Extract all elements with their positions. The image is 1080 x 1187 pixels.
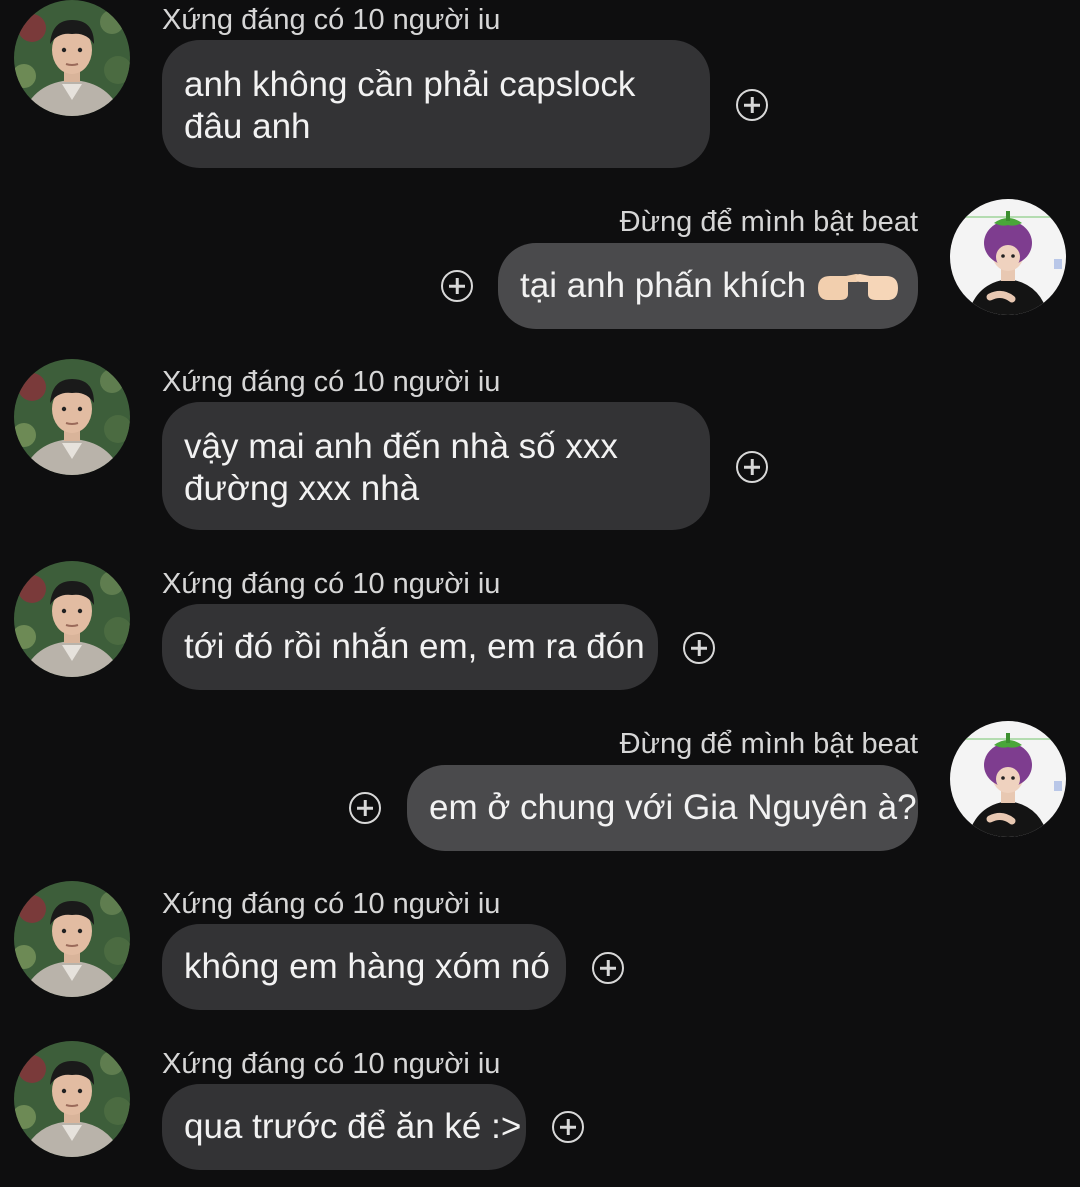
eggplant-hat-avatar-icon[interactable] [950, 721, 1066, 837]
sender-name: Đừng để mình bật beat [619, 728, 918, 760]
sender-name: Xứng đáng có 10 người iu [162, 366, 501, 398]
boy-portrait-avatar-icon[interactable] [14, 881, 130, 997]
add-reaction-icon[interactable] [552, 1111, 584, 1143]
message-bubble[interactable]: anh không cần phải capslock đâu anh [162, 40, 710, 168]
boy-portrait-avatar-icon[interactable] [14, 359, 130, 475]
add-reaction-icon[interactable] [441, 270, 473, 302]
add-reaction-icon[interactable] [592, 952, 624, 984]
message-bubble[interactable]: tới đó rồi nhắn em, em ra đón [162, 604, 658, 690]
add-reaction-icon[interactable] [736, 89, 768, 121]
eggplant-hat-avatar-icon[interactable] [950, 199, 1066, 315]
boy-portrait-avatar-icon[interactable] [14, 1041, 130, 1157]
message-bubble[interactable]: qua trước để ăn ké :> [162, 1084, 526, 1170]
sender-name: Xứng đáng có 10 người iu [162, 4, 501, 36]
message-bubble[interactable]: không em hàng xóm nó [162, 924, 566, 1010]
add-reaction-icon[interactable] [736, 451, 768, 483]
message-text: tại anh phấn khích [520, 266, 807, 305]
boy-portrait-avatar-icon[interactable] [14, 0, 130, 116]
sender-name: Xứng đáng có 10 người iu [162, 1048, 501, 1080]
add-reaction-icon[interactable] [683, 632, 715, 664]
message-bubble[interactable]: tại anh phấn khích [498, 243, 918, 329]
sender-name: Xứng đáng có 10 người iu [162, 568, 501, 600]
boy-portrait-avatar-icon[interactable] [14, 561, 130, 677]
add-reaction-icon[interactable] [349, 792, 381, 824]
message-bubble[interactable]: em ở chung với Gia Nguyên à? [407, 765, 918, 851]
sender-name: Đừng để mình bật beat [619, 206, 918, 238]
pointing-hands-emoji-icon [816, 268, 900, 304]
sender-name: Xứng đáng có 10 người iu [162, 888, 501, 920]
message-bubble[interactable]: vậy mai anh đến nhà số xxx đường xxx nhà [162, 402, 710, 530]
